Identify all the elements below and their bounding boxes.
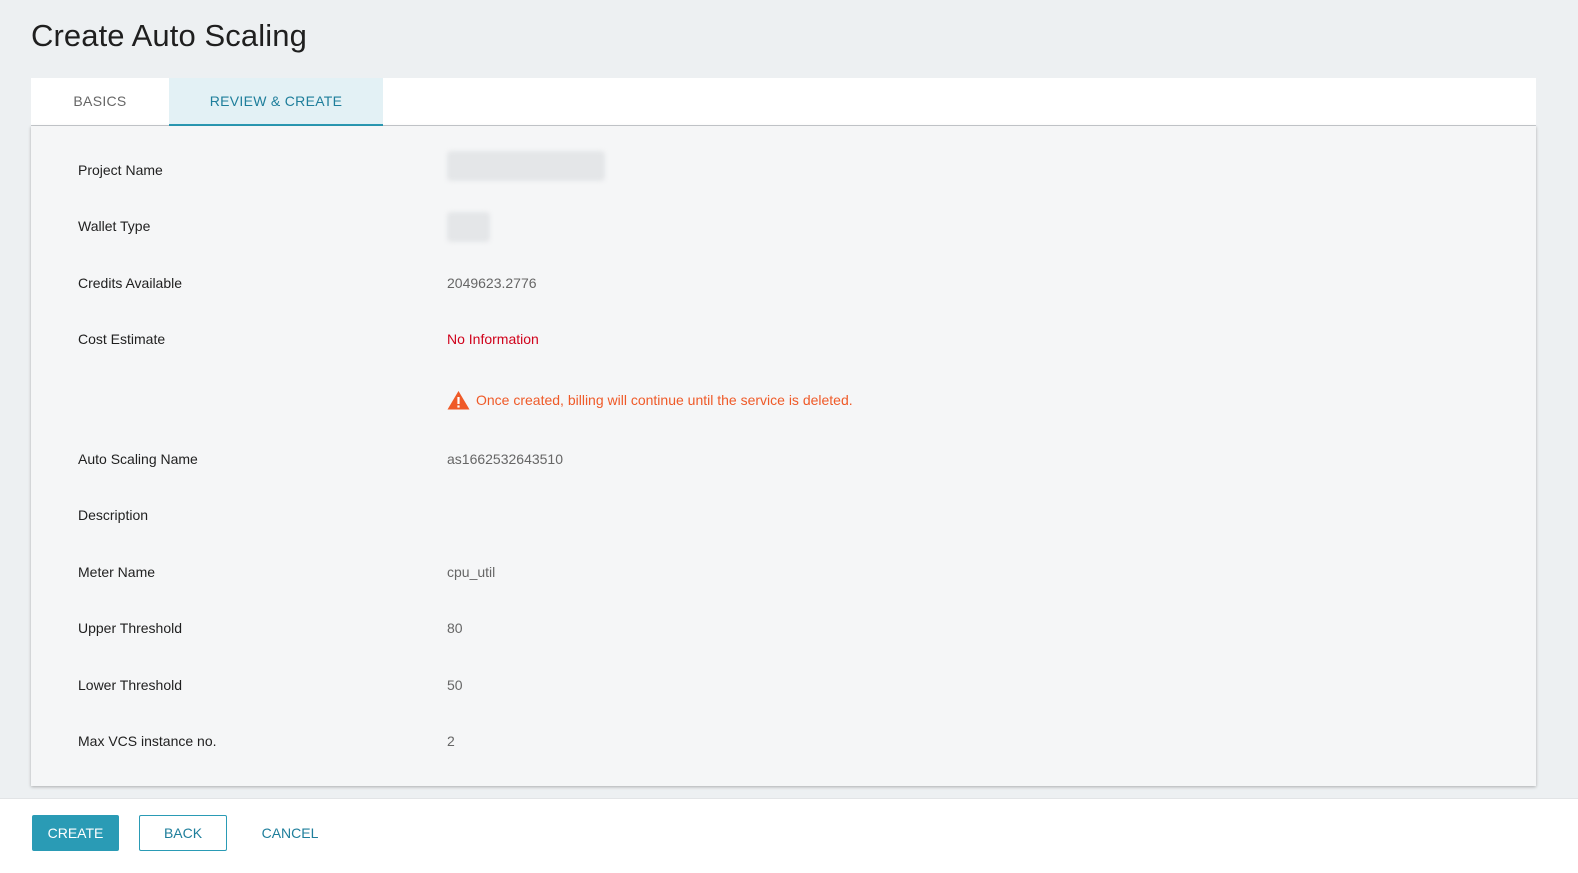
- max-vcs-instance-label: Max VCS instance no.: [78, 733, 217, 749]
- row-wallet-type: Wallet Type: [31, 216, 1536, 236]
- lower-threshold-value: 50: [447, 677, 463, 693]
- review-panel: Project Name Wallet Type Credits Availab…: [31, 126, 1536, 786]
- credits-available-value: 2049623.2776: [447, 275, 537, 291]
- auto-scaling-name-value: as1662532643510: [447, 451, 564, 467]
- project-name-label: Project Name: [78, 162, 163, 178]
- footer-actions: CREATE BACK CANCEL: [0, 798, 1578, 873]
- meter-name-label: Meter Name: [78, 564, 156, 580]
- row-description: Description: [31, 505, 1536, 525]
- billing-warning: Once created, billing will continue unti…: [447, 390, 853, 410]
- row-credits-available: Credits Available 2049623.2776: [31, 273, 1536, 293]
- row-project-name: Project Name: [31, 160, 1536, 180]
- cost-estimate-label: Cost Estimate: [78, 331, 166, 347]
- description-label: Description: [78, 507, 149, 523]
- tab-bar: BASICS REVIEW & CREATE: [31, 78, 1536, 126]
- create-button[interactable]: CREATE: [32, 815, 119, 851]
- row-upper-threshold: Upper Threshold 80: [31, 618, 1536, 638]
- lower-threshold-label: Lower Threshold: [78, 677, 183, 693]
- credits-available-label: Credits Available: [78, 275, 183, 291]
- cost-estimate-value: No Information: [447, 331, 539, 347]
- wallet-type-label: Wallet Type: [78, 218, 151, 234]
- project-name-redacted: [447, 151, 605, 181]
- row-meter-name: Meter Name cpu_util: [31, 562, 1536, 582]
- upper-threshold-value: 80: [447, 620, 463, 636]
- tab-review-create[interactable]: REVIEW & CREATE: [169, 78, 383, 126]
- row-lower-threshold: Lower Threshold 50: [31, 675, 1536, 695]
- upper-threshold-label: Upper Threshold: [78, 620, 183, 636]
- billing-warning-text: Once created, billing will continue unti…: [476, 392, 853, 408]
- cancel-button[interactable]: CANCEL: [246, 815, 334, 851]
- row-max-vcs-instance: Max VCS instance no. 2: [31, 731, 1536, 751]
- meter-name-value: cpu_util: [447, 564, 496, 580]
- max-vcs-instance-value: 2: [447, 733, 455, 749]
- tab-basics[interactable]: BASICS: [31, 78, 169, 125]
- row-auto-scaling-name: Auto Scaling Name as1662532643510: [31, 449, 1536, 469]
- wallet-type-redacted: [447, 212, 490, 242]
- auto-scaling-name-label: Auto Scaling Name: [78, 451, 198, 467]
- back-button[interactable]: BACK: [139, 815, 227, 851]
- warning-triangle-icon: [447, 391, 470, 410]
- page-title: Create Auto Scaling: [31, 18, 307, 53]
- row-cost-estimate: Cost Estimate No Information: [31, 329, 1536, 349]
